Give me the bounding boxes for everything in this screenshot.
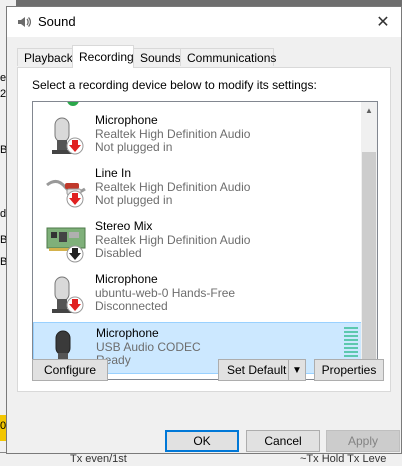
sound-dialog: Sound ✕ Playback Recording Sounds Commun… [6,6,402,454]
ok-button[interactable]: OK [165,430,239,452]
device-description: ubuntu-web-0 Hands-Free [95,286,236,300]
device-name: Microphone [96,326,159,340]
device-description: Realtek High Definition Audio [95,180,251,194]
window-title: Sound [38,14,76,29]
device-description: Realtek High Definition Audio [95,233,251,247]
instruction-text: Select a recording device below to modif… [32,78,317,92]
device-item[interactable]: Microphone Realtek High Definition Audio… [33,110,363,162]
background-text: Tx even/1st [70,453,127,465]
close-button[interactable]: ✕ [365,7,401,37]
tab-recording[interactable]: Recording [72,45,134,68]
device-name: Line In [95,166,132,180]
sound-card-icon [46,227,86,263]
recording-device-list[interactable]: Microphone Realtek High Definition Audio… [32,101,378,380]
properties-button[interactable]: Properties [314,359,384,381]
tab-sounds[interactable]: Sounds [133,48,181,66]
device-item[interactable]: Line In Realtek High Definition Audio No… [33,163,363,215]
speaker-icon [18,17,32,27]
device-status: Disabled [95,246,142,260]
device-item[interactable]: Stereo Mix Realtek High Definition Audio… [33,216,363,268]
set-default-label: Set Default [227,363,287,377]
apply-button[interactable]: Apply [326,430,400,452]
configure-button[interactable]: Configure [32,359,108,381]
title-bar[interactable]: Sound ✕ [7,7,401,37]
microphone-icon [52,276,84,314]
recording-panel: Select a recording device below to modif… [17,67,391,392]
device-description: Realtek High Definition Audio [95,127,251,141]
device-item[interactable]: Microphone ubuntu-web-0 Hands-Free Disco… [33,269,363,321]
device-status: Not plugged in [95,193,173,207]
scroll-up-button[interactable]: ▲ [361,102,377,118]
background-text: ~Tx Hold Tx Leve [300,453,387,465]
list-scrollbar[interactable]: ▲ ▼ [361,102,377,379]
device-status: Not plugged in [95,140,173,154]
tab-playback[interactable]: Playback [17,48,73,66]
scrolled-item-badge-icon [67,102,79,106]
background-taskbar: Tx even/1st ~Tx Hold Tx Leve [0,452,402,466]
device-status: Disconnected [95,299,168,313]
device-name: Microphone [95,113,158,127]
microphone-icon [52,117,84,155]
tab-communications[interactable]: Communications [180,48,276,66]
scroll-thumb[interactable] [362,152,376,360]
device-description: USB Audio CODEC [96,340,201,354]
device-name: Stereo Mix [95,219,153,233]
close-icon: ✕ [376,14,390,31]
chevron-down-icon[interactable]: ▼ [288,360,305,380]
cancel-button[interactable]: Cancel [246,430,320,452]
device-name: Microphone [95,272,158,286]
line-in-cable-icon [46,180,86,208]
set-default-button[interactable]: Set Default ▼ [218,359,306,381]
